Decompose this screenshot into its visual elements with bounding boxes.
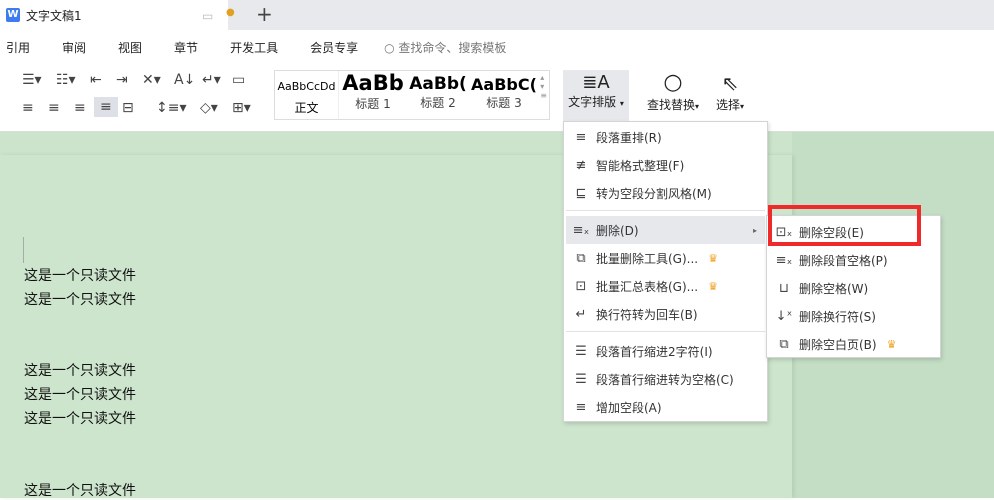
paragraph-mark-icon[interactable]: ↵▾ (202, 72, 221, 88)
menu-developer[interactable]: 开发工具 (230, 39, 278, 56)
justify-icon[interactable]: ≡ (94, 97, 118, 117)
bullet-list-icon[interactable]: ☰▾ (22, 72, 42, 88)
delete-leading-space-icon: ≡ₓ (775, 252, 793, 268)
chinese-layout-icon[interactable]: ✕▾ (142, 72, 161, 88)
cursor-icon: ⇖ (721, 71, 739, 95)
magnifier-icon: ○ (663, 70, 683, 95)
menu-item-batch-table[interactable]: ⊡ 批量汇总表格(G)... ♛ (566, 272, 765, 300)
text-layout-icon: ≣A (582, 72, 610, 93)
doc-line[interactable]: 这是一个只读文件 (24, 360, 136, 380)
chevron-down-icon: ▾ (740, 102, 745, 111)
indent-icon: ☰ (575, 343, 587, 359)
gallery-scroll-icon[interactable]: ▴ ▾ ≡ (540, 73, 547, 100)
delete-linebreak-icon: ↓ˣ (775, 308, 793, 324)
menu-item-delete[interactable]: ≡ₓ 删除(D) ▸ (566, 216, 765, 244)
smart-format-icon: ≢ (575, 157, 587, 173)
submenu-item-delete-blank-pages[interactable]: ⧉ 删除空白页(B) ♛ (769, 330, 938, 358)
style-heading-1[interactable]: AaBb 标题 1 (341, 71, 405, 119)
submenu-item-delete-spaces[interactable]: ⊔ 删除空格(W) (769, 274, 938, 302)
vip-crown-icon: ♛ (708, 251, 718, 265)
vip-crown-icon: ♛ (886, 337, 897, 351)
numbered-list-icon[interactable]: ☷▾ (56, 72, 76, 88)
delete-space-icon: ⊔ (778, 280, 790, 296)
style-normal[interactable]: AaBbCcDd 正文 (275, 71, 339, 119)
submenu-item-delete-leading-spaces[interactable]: ≡ₓ 删除段首空格(P) (769, 246, 938, 274)
monitor-icon[interactable]: ▭ (202, 9, 213, 23)
delete-blank-page-icon: ⧉ (779, 336, 789, 352)
menu-item-batch-delete[interactable]: ⧉ 批量删除工具(G)... ♛ (566, 244, 765, 272)
style-heading-3[interactable]: AaBbC(标题 3 (471, 71, 537, 119)
chevron-down-icon: ▾ (619, 99, 624, 108)
style-gallery: AaBbCcDd 正文 AaBb 标题 1 AaBb(标题 2 AaBbC(标题 3… (274, 70, 550, 120)
select-button[interactable]: ⇖ 选择▾ (710, 70, 750, 113)
search-icon: ○ (384, 40, 395, 55)
doc-line[interactable]: 这是一个只读文件 (24, 265, 136, 285)
batch-delete-icon: ⧉ (576, 250, 586, 266)
menu-item-smart-format[interactable]: ≢ 智能格式整理(F) (566, 151, 765, 179)
menu-view[interactable]: 视图 (118, 39, 142, 56)
doc-line[interactable]: 这是一个只读文件 (24, 384, 136, 404)
vip-crown-icon: ♛ (708, 279, 718, 293)
document-tab[interactable]: W 文字文稿1 ▭ ● (0, 0, 235, 30)
new-tab-button[interactable]: + (256, 2, 273, 26)
margin-corner-mark (0, 237, 24, 263)
menu-item-split-style[interactable]: ⊑ 转为空段分割风格(M) (566, 179, 765, 207)
submenu-item-delete-linebreaks[interactable]: ↓ˣ 删除换行符(S) (769, 302, 938, 330)
reflow-icon: ≡ (575, 129, 587, 145)
distribute-icon[interactable]: ⊟ (122, 100, 134, 116)
text-layout-button[interactable]: ≣A 文字排版 ▾ (563, 70, 629, 126)
ruler-icon[interactable]: ▭ (232, 72, 245, 88)
increase-indent-icon[interactable]: ⇥ (116, 72, 128, 88)
menu-item-indent-space[interactable]: ☰ 段落首行缩进转为空格(C) (566, 365, 765, 393)
add-paragraph-icon: ≡ (575, 399, 587, 415)
split-style-icon: ⊑ (575, 185, 587, 201)
line-spacing-icon[interactable]: ↕≡▾ (156, 100, 187, 116)
search-box[interactable]: ○ 查找命令、搜索模板 (384, 39, 506, 56)
shading-icon[interactable]: ◇▾ (200, 100, 218, 116)
align-center-icon[interactable]: ≡ (48, 100, 60, 116)
style-heading-2[interactable]: AaBb(标题 2 (405, 71, 471, 119)
delete-lines-icon: ≡ₓ (572, 222, 590, 238)
sort-icon[interactable]: A↓ (174, 72, 195, 88)
menu-item-indent[interactable]: ☰ 段落首行缩进2字符(I) (566, 337, 765, 365)
menu-references[interactable]: 引用 (6, 39, 30, 56)
doc-line[interactable]: 这是一个只读文件 (24, 289, 136, 309)
batch-table-icon: ⊡ (575, 278, 587, 294)
menu-item-reflow[interactable]: ≡ 段落重排(R) (566, 123, 765, 151)
unsaved-dot-icon: ● (226, 7, 235, 18)
linebreak-icon: ↵ (575, 306, 587, 322)
borders-icon[interactable]: ⊞▾ (232, 100, 251, 116)
chevron-down-icon: ▾ (695, 102, 700, 111)
menu-item-add-paragraph[interactable]: ≡ 增加空段(A) (566, 393, 765, 421)
menu-bar: 引用 审阅 视图 章节 开发工具 会员专享 ○ 查找命令、搜索模板 (0, 30, 994, 64)
menu-review[interactable]: 审阅 (62, 39, 86, 56)
submenu-arrow-icon: ▸ (752, 225, 757, 235)
align-left-icon[interactable]: ≡ (22, 100, 34, 116)
tab-title: 文字文稿1 (26, 8, 82, 23)
menu-separator (566, 210, 765, 211)
wps-writer-icon: W (6, 8, 20, 22)
menu-item-linebreak[interactable]: ↵ 换行符转为回车(B) (566, 300, 765, 328)
doc-line[interactable]: 这是一个只读文件 (24, 480, 136, 500)
align-right-icon[interactable]: ≡ (74, 100, 86, 116)
find-replace-button[interactable]: ○ 查找替换▾ (642, 70, 704, 113)
menu-member[interactable]: 会员专享 (310, 39, 358, 56)
decrease-indent-icon[interactable]: ⇤ (90, 72, 102, 88)
indent-space-icon: ☰ (575, 371, 587, 387)
menu-chapter[interactable]: 章节 (174, 39, 198, 56)
menu-separator (566, 331, 765, 332)
doc-line[interactable]: 这是一个只读文件 (24, 408, 136, 428)
text-layout-menu: ≡ 段落重排(R) ≢ 智能格式整理(F) ⊑ 转为空段分割风格(M) ≡ₓ 删除(D)… (563, 121, 768, 422)
highlight-annotation-box (768, 205, 921, 246)
